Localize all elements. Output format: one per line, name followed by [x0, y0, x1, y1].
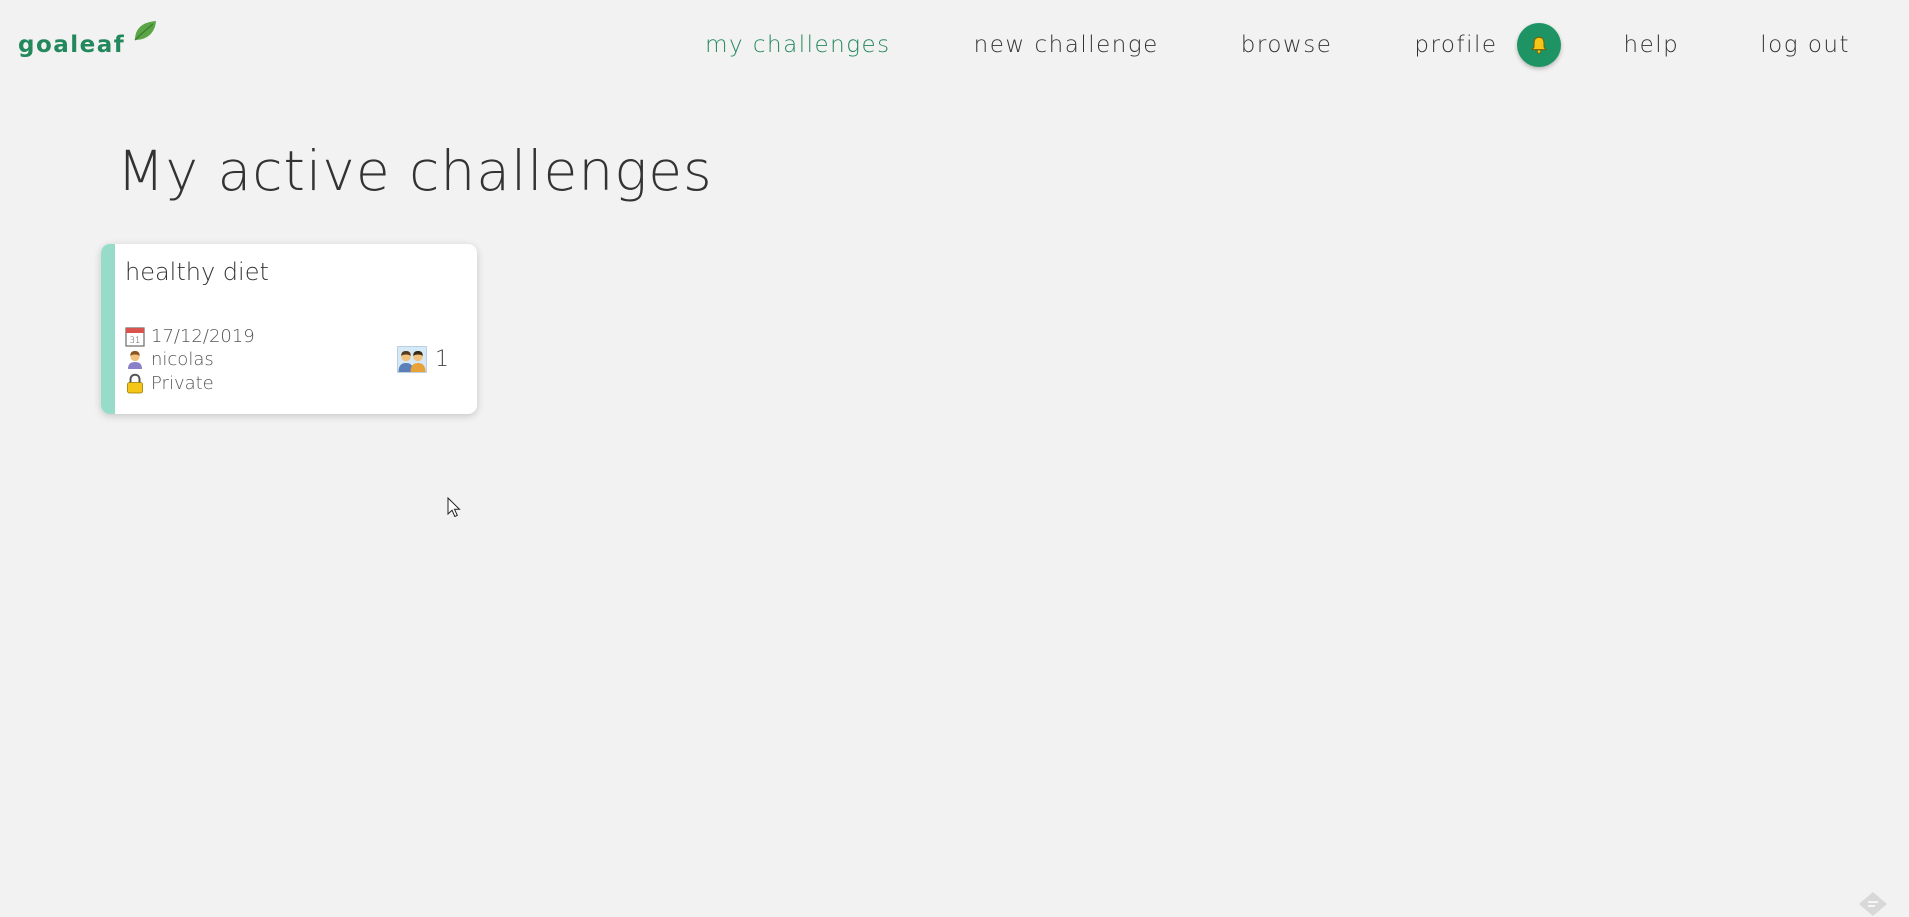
- mouse-cursor-icon: [447, 497, 461, 518]
- logo-text: goaleaf: [18, 32, 126, 58]
- nav-new-challenge[interactable]: new challenge: [974, 32, 1159, 58]
- nav-my-challenges[interactable]: my challenges: [705, 32, 891, 58]
- challenge-card[interactable]: healthy diet 31 17/12/2019 nicolas Priva…: [101, 244, 477, 414]
- challenge-owner: nicolas: [151, 349, 214, 370]
- bell-icon: [1530, 36, 1547, 54]
- participants-count: 1: [435, 347, 449, 372]
- page-title: My active challenges: [117, 139, 713, 203]
- nav-browse[interactable]: browse: [1241, 32, 1333, 58]
- challenge-privacy: Private: [151, 373, 214, 394]
- nav-help[interactable]: help: [1624, 32, 1680, 58]
- participants-counter: 1: [397, 346, 449, 373]
- challenge-date: 17/12/2019: [151, 326, 255, 347]
- notifications-button[interactable]: [1516, 23, 1561, 67]
- challenge-privacy-row: Private: [125, 373, 214, 394]
- leaf-icon: [134, 21, 157, 41]
- challenge-title: healthy diet: [125, 258, 269, 286]
- challenge-owner-row: nicolas: [125, 349, 214, 370]
- page: goaleaf my challenges new challenge brow…: [0, 0, 1909, 917]
- card-color-stripe: [101, 244, 115, 414]
- nav-log-out[interactable]: log out: [1760, 32, 1850, 58]
- people-icon: [397, 346, 427, 373]
- nav-profile[interactable]: profile: [1414, 32, 1497, 58]
- logo-link[interactable]: goaleaf: [18, 21, 157, 60]
- calendar-icon: 31: [125, 327, 145, 347]
- chat-widget-icon[interactable]: [1857, 890, 1889, 916]
- svg-text:31: 31: [130, 336, 141, 346]
- person-icon: [128, 351, 142, 369]
- top-nav: my challenges new challenge browse profi…: [705, 23, 1909, 67]
- lock-icon: [127, 373, 143, 394]
- challenge-date-row: 31 17/12/2019: [125, 326, 255, 347]
